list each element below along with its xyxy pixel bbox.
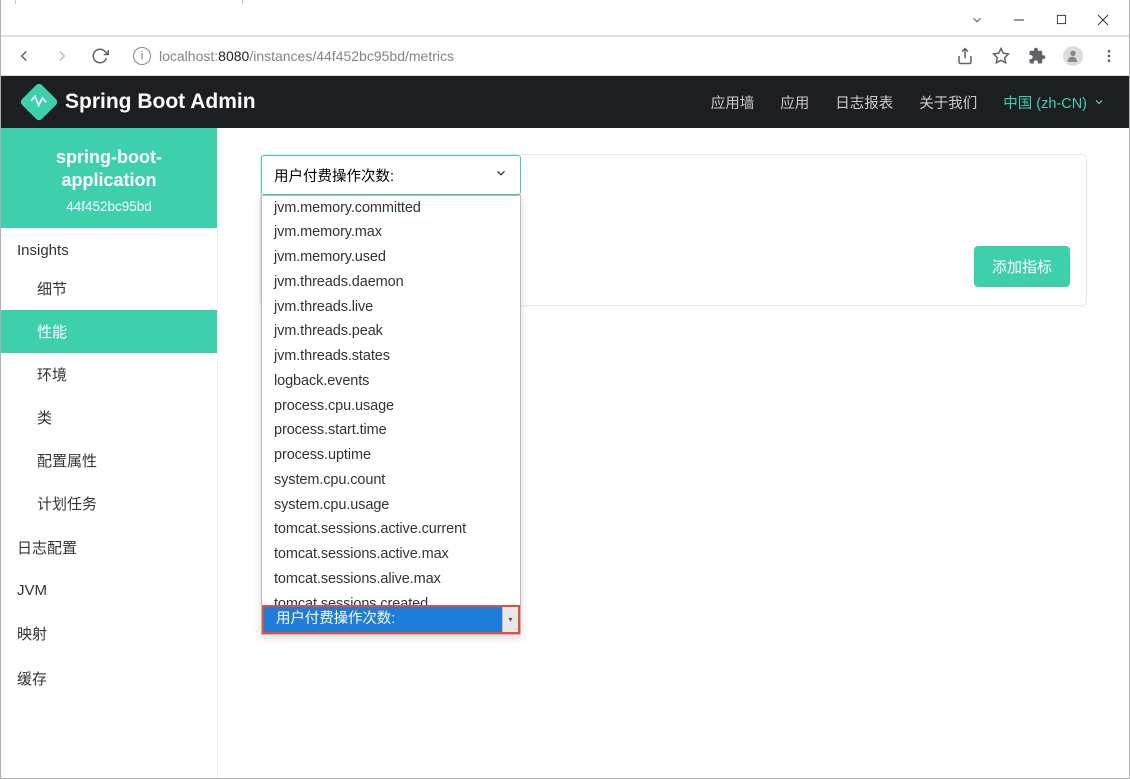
bookmark-icon[interactable]: [991, 46, 1011, 66]
dropdown-option[interactable]: jvm.threads.states: [262, 345, 520, 370]
browser-window: Spring Boot Admin × + i localhost: [0, 0, 1130, 779]
tab-strip: Spring Boot Admin × +: [1, 0, 1129, 4]
sidebar-item-beans[interactable]: 类: [1, 396, 217, 439]
sidebar-app-box[interactable]: spring-boot-application 44f452bc95bd: [1, 128, 217, 228]
address-bar[interactable]: i localhost:8080/instances/44f452bc95bd/…: [125, 41, 943, 71]
new-tab-button[interactable]: +: [249, 0, 277, 4]
sidebar-item-mapping[interactable]: 映射: [1, 611, 217, 656]
chevron-down-icon[interactable]: [963, 6, 991, 34]
nav-language[interactable]: 中国 (zh-CN): [1003, 92, 1105, 113]
minimize-button[interactable]: [1005, 6, 1033, 34]
header-nav: 应用墙 应用 日志报表 关于我们 中国 (zh-CN): [711, 92, 1105, 113]
sidebar-item-environment[interactable]: 环境: [1, 353, 217, 396]
close-window-button[interactable]: [1089, 6, 1117, 34]
main-content: 用户付费操作次数: jvm.memory.committedjvm.memory…: [218, 128, 1129, 778]
sidebar-item-scheduled[interactable]: 计划任务: [1, 482, 217, 525]
browser-toolbar: i localhost:8080/instances/44f452bc95bd/…: [1, 36, 1129, 76]
browser-action-icons: [955, 46, 1119, 66]
dropdown-option[interactable]: tomcat.sessions.active.current: [262, 518, 520, 543]
app-header: Spring Boot Admin 应用墙 应用 日志报表 关于我们 中国 (z…: [1, 76, 1129, 128]
add-metric-button[interactable]: 添加指标: [974, 246, 1070, 287]
dropdown-option[interactable]: jvm.threads.peak: [262, 320, 520, 345]
window-titlebar: [1, 4, 1129, 36]
dropdown-option[interactable]: jvm.threads.live: [262, 295, 520, 320]
metric-select-wrap: 用户付费操作次数: jvm.memory.committedjvm.memory…: [261, 155, 521, 195]
reload-button[interactable]: [87, 43, 113, 69]
metric-select[interactable]: 用户付费操作次数:: [261, 155, 521, 195]
app-body: spring-boot-application 44f452bc95bd Ins…: [1, 128, 1129, 778]
sidebar-app-id: 44f452bc95bd: [11, 199, 207, 214]
brand-text: Spring Boot Admin: [65, 90, 256, 114]
nav-about[interactable]: 关于我们: [919, 92, 977, 113]
sidebar-item-logging[interactable]: 日志配置: [1, 525, 217, 570]
dropdown-option[interactable]: logback.events: [262, 369, 520, 394]
dropdown-option[interactable]: process.cpu.usage: [262, 394, 520, 419]
dropdown-option[interactable]: jvm.threads.daemon: [262, 270, 520, 295]
dropdown-scroll-down-icon[interactable]: ▾: [502, 607, 518, 632]
chevron-down-icon: [494, 166, 508, 184]
sidebar-item-configprops[interactable]: 配置属性: [1, 439, 217, 482]
info-icon[interactable]: i: [133, 47, 151, 65]
dropdown-option[interactable]: system.cpu.usage: [262, 493, 520, 518]
nav-journal[interactable]: 日志报表: [835, 92, 893, 113]
metric-dropdown-list[interactable]: jvm.memory.committedjvm.memory.maxjvm.me…: [261, 195, 521, 635]
dropdown-option[interactable]: jvm.memory.committed: [262, 196, 520, 221]
sidebar-item-cache[interactable]: 缓存: [1, 656, 217, 701]
menu-icon[interactable]: [1099, 46, 1119, 66]
dropdown-option[interactable]: process.start.time: [262, 419, 520, 444]
extensions-icon[interactable]: [1027, 46, 1047, 66]
share-icon[interactable]: [955, 46, 975, 66]
url-text: localhost:8080/instances/44f452bc95bd/me…: [159, 48, 454, 64]
brand[interactable]: Spring Boot Admin: [25, 88, 256, 116]
sidebar-app-name: spring-boot-application: [11, 146, 207, 193]
sidebar: spring-boot-application 44f452bc95bd Ins…: [1, 128, 218, 778]
metric-card: 用户付费操作次数: jvm.memory.committedjvm.memory…: [260, 154, 1087, 306]
profile-avatar[interactable]: [1063, 46, 1083, 66]
nav-applications[interactable]: 应用: [780, 92, 809, 113]
forward-button[interactable]: [49, 43, 75, 69]
dropdown-option[interactable]: jvm.memory.max: [262, 221, 520, 246]
sidebar-item-metrics[interactable]: 性能: [1, 310, 217, 353]
dropdown-selected-highlight: 用户付费操作次数:▾: [262, 605, 520, 634]
metric-select-value: 用户付费操作次数:: [274, 165, 394, 186]
dropdown-option[interactable]: system.cpu.count: [262, 468, 520, 493]
nav-wallboard[interactable]: 应用墙: [711, 92, 755, 113]
maximize-button[interactable]: [1047, 6, 1075, 34]
dropdown-option[interactable]: tomcat.sessions.alive.max: [262, 567, 520, 592]
back-button[interactable]: [11, 43, 37, 69]
dropdown-option[interactable]: process.uptime: [262, 444, 520, 469]
browser-tab[interactable]: Spring Boot Admin ×: [15, 0, 243, 4]
brand-logo: [19, 82, 59, 122]
dropdown-option[interactable]: tomcat.sessions.active.max: [262, 543, 520, 568]
dropdown-option-selected[interactable]: 用户付费操作次数:: [264, 607, 502, 632]
sidebar-item-details[interactable]: 细节: [1, 267, 217, 310]
sidebar-section-insights: Insights: [1, 228, 217, 267]
dropdown-option[interactable]: jvm.memory.used: [262, 246, 520, 271]
chevron-down-icon: [1093, 96, 1105, 108]
sidebar-item-jvm[interactable]: JVM: [1, 570, 217, 611]
